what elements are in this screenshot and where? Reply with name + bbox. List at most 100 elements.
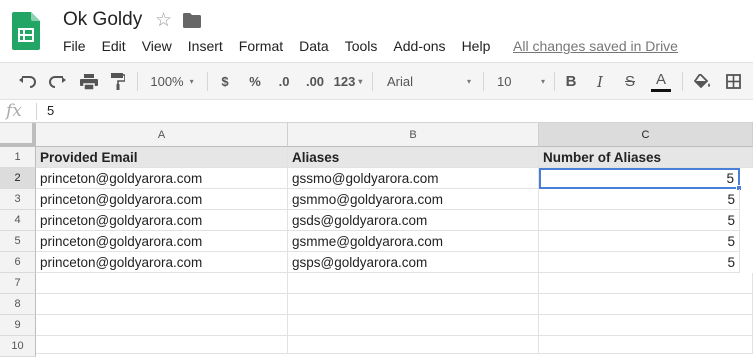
- decrease-decimals-button[interactable]: .0: [270, 63, 298, 100]
- table-cell[interactable]: gsps@goldyarora.com: [288, 252, 539, 273]
- dropdown-arrow-icon: ▾: [189, 77, 194, 86]
- menu-insert[interactable]: Insert: [188, 38, 223, 54]
- table-cell[interactable]: [36, 273, 288, 294]
- table-cell[interactable]: princeton@goldyarora.com: [36, 189, 288, 210]
- column-header-a[interactable]: A: [36, 123, 288, 147]
- table-cell[interactable]: [539, 294, 753, 315]
- dropdown-arrow-icon: ▾: [358, 77, 363, 86]
- row-header[interactable]: 5: [0, 231, 36, 252]
- table-cell[interactable]: [288, 315, 539, 336]
- table-cell[interactable]: [36, 336, 288, 354]
- toolbar-divider: [137, 72, 138, 91]
- paint-format-icon[interactable]: [104, 63, 132, 100]
- text-color-swatch: [651, 88, 671, 92]
- menu-view[interactable]: View: [142, 38, 172, 54]
- zoom-value: 100%: [150, 74, 184, 89]
- menu-data[interactable]: Data: [299, 38, 329, 54]
- saved-status-link[interactable]: All changes saved in Drive: [513, 38, 678, 54]
- print-icon[interactable]: [75, 63, 103, 100]
- header-cell[interactable]: Number of Aliases: [539, 147, 753, 168]
- fill-color-icon[interactable]: [689, 63, 715, 100]
- formula-bar: fx 5: [0, 100, 753, 123]
- formula-input[interactable]: 5: [47, 103, 54, 118]
- redo-icon[interactable]: [43, 63, 73, 100]
- table-cell[interactable]: 5: [539, 252, 740, 273]
- table-cell[interactable]: [539, 273, 753, 294]
- menu-help[interactable]: Help: [462, 38, 491, 54]
- undo-icon[interactable]: [12, 63, 42, 100]
- dropdown-arrow-icon: ▾: [540, 77, 545, 86]
- font-size-value: 10: [497, 74, 512, 89]
- row-header[interactable]: 9: [0, 315, 36, 336]
- text-color-label: A: [655, 70, 666, 88]
- column-header-b[interactable]: B: [288, 123, 539, 147]
- menu-tools[interactable]: Tools: [345, 38, 378, 54]
- zoom-select[interactable]: 100% ▾: [143, 63, 201, 100]
- percent-format-button[interactable]: %: [243, 63, 267, 100]
- toolbar-divider: [554, 72, 555, 91]
- font-family-select[interactable]: Arial ▾: [381, 63, 477, 100]
- table-cell[interactable]: [288, 336, 539, 354]
- formula-divider: [36, 103, 37, 120]
- menu-bar: File Edit View Insert Format Data Tools …: [63, 38, 506, 54]
- row-header[interactable]: 2: [0, 168, 36, 189]
- sheets-logo-icon[interactable]: [12, 12, 40, 50]
- table-cell[interactable]: princeton@goldyarora.com: [36, 168, 288, 189]
- title-bar: Ok Goldy ☆ File Edit View Insert Format …: [0, 0, 753, 62]
- header-cell[interactable]: Provided Email: [36, 147, 288, 168]
- table-cell[interactable]: [539, 336, 753, 354]
- italic-button[interactable]: I: [589, 63, 611, 100]
- more-formats-label: 123: [333, 74, 356, 89]
- row-header[interactable]: 6: [0, 252, 36, 273]
- fx-icon: fx: [6, 101, 22, 121]
- sheet-grid: A B C 1 2 3 4 5 6 7 8 9 10 Provided Emai…: [0, 123, 753, 357]
- increase-decimals-label: .00: [305, 74, 325, 89]
- toolbar: 100% ▾ $ % .0 .00 123 ▾ Arial ▾ 10 ▾ B I S A: [0, 62, 753, 100]
- dropdown-arrow-icon: ▾: [466, 77, 471, 86]
- row-header[interactable]: 4: [0, 210, 36, 231]
- table-cell[interactable]: gssmo@goldyarora.com: [288, 168, 539, 189]
- toolbar-divider: [207, 72, 208, 91]
- font-family-value: Arial: [387, 74, 414, 89]
- bold-button[interactable]: B: [560, 63, 582, 100]
- table-cell[interactable]: [288, 294, 539, 315]
- table-cell[interactable]: 5: [539, 189, 740, 210]
- menu-file[interactable]: File: [63, 38, 86, 54]
- currency-format-button[interactable]: $: [213, 63, 237, 100]
- table-cell[interactable]: [36, 294, 288, 315]
- menu-add-ons[interactable]: Add-ons: [393, 38, 445, 54]
- select-all-corner[interactable]: [0, 123, 36, 147]
- toolbar-divider: [372, 72, 373, 91]
- table-cell[interactable]: [36, 315, 288, 336]
- table-cell[interactable]: princeton@goldyarora.com: [36, 210, 288, 231]
- document-title[interactable]: Ok Goldy: [63, 9, 142, 31]
- row-header[interactable]: 1: [0, 147, 36, 168]
- more-formats-select[interactable]: 123 ▾: [331, 63, 365, 100]
- star-icon[interactable]: ☆: [155, 9, 172, 32]
- decrease-decimals-label: .0: [278, 74, 290, 89]
- menu-edit[interactable]: Edit: [102, 38, 126, 54]
- table-cell[interactable]: 5: [539, 210, 740, 231]
- increase-decimals-button[interactable]: .00: [300, 63, 330, 100]
- table-cell[interactable]: gsds@goldyarora.com: [288, 210, 539, 231]
- borders-icon[interactable]: [720, 63, 746, 100]
- table-cell[interactable]: princeton@goldyarora.com: [36, 252, 288, 273]
- table-cell[interactable]: gsmmo@goldyarora.com: [288, 189, 539, 210]
- table-cell[interactable]: gsmme@goldyarora.com: [288, 231, 539, 252]
- toolbar-divider: [483, 72, 484, 91]
- active-cell[interactable]: 5: [539, 168, 740, 189]
- text-color-button[interactable]: A: [649, 63, 673, 100]
- table-cell[interactable]: 5: [539, 231, 740, 252]
- table-cell[interactable]: princeton@goldyarora.com: [36, 231, 288, 252]
- table-cell[interactable]: [288, 273, 539, 294]
- menu-format[interactable]: Format: [239, 38, 283, 54]
- row-header[interactable]: 8: [0, 294, 36, 315]
- row-header[interactable]: 3: [0, 189, 36, 210]
- strikethrough-button[interactable]: S: [619, 63, 641, 100]
- column-header-c[interactable]: C: [539, 123, 753, 147]
- header-cell[interactable]: Aliases: [288, 147, 539, 168]
- table-cell[interactable]: [539, 315, 753, 336]
- folder-icon[interactable]: [183, 13, 201, 28]
- font-size-select[interactable]: 10 ▾: [491, 63, 551, 100]
- row-header[interactable]: 7: [0, 273, 36, 294]
